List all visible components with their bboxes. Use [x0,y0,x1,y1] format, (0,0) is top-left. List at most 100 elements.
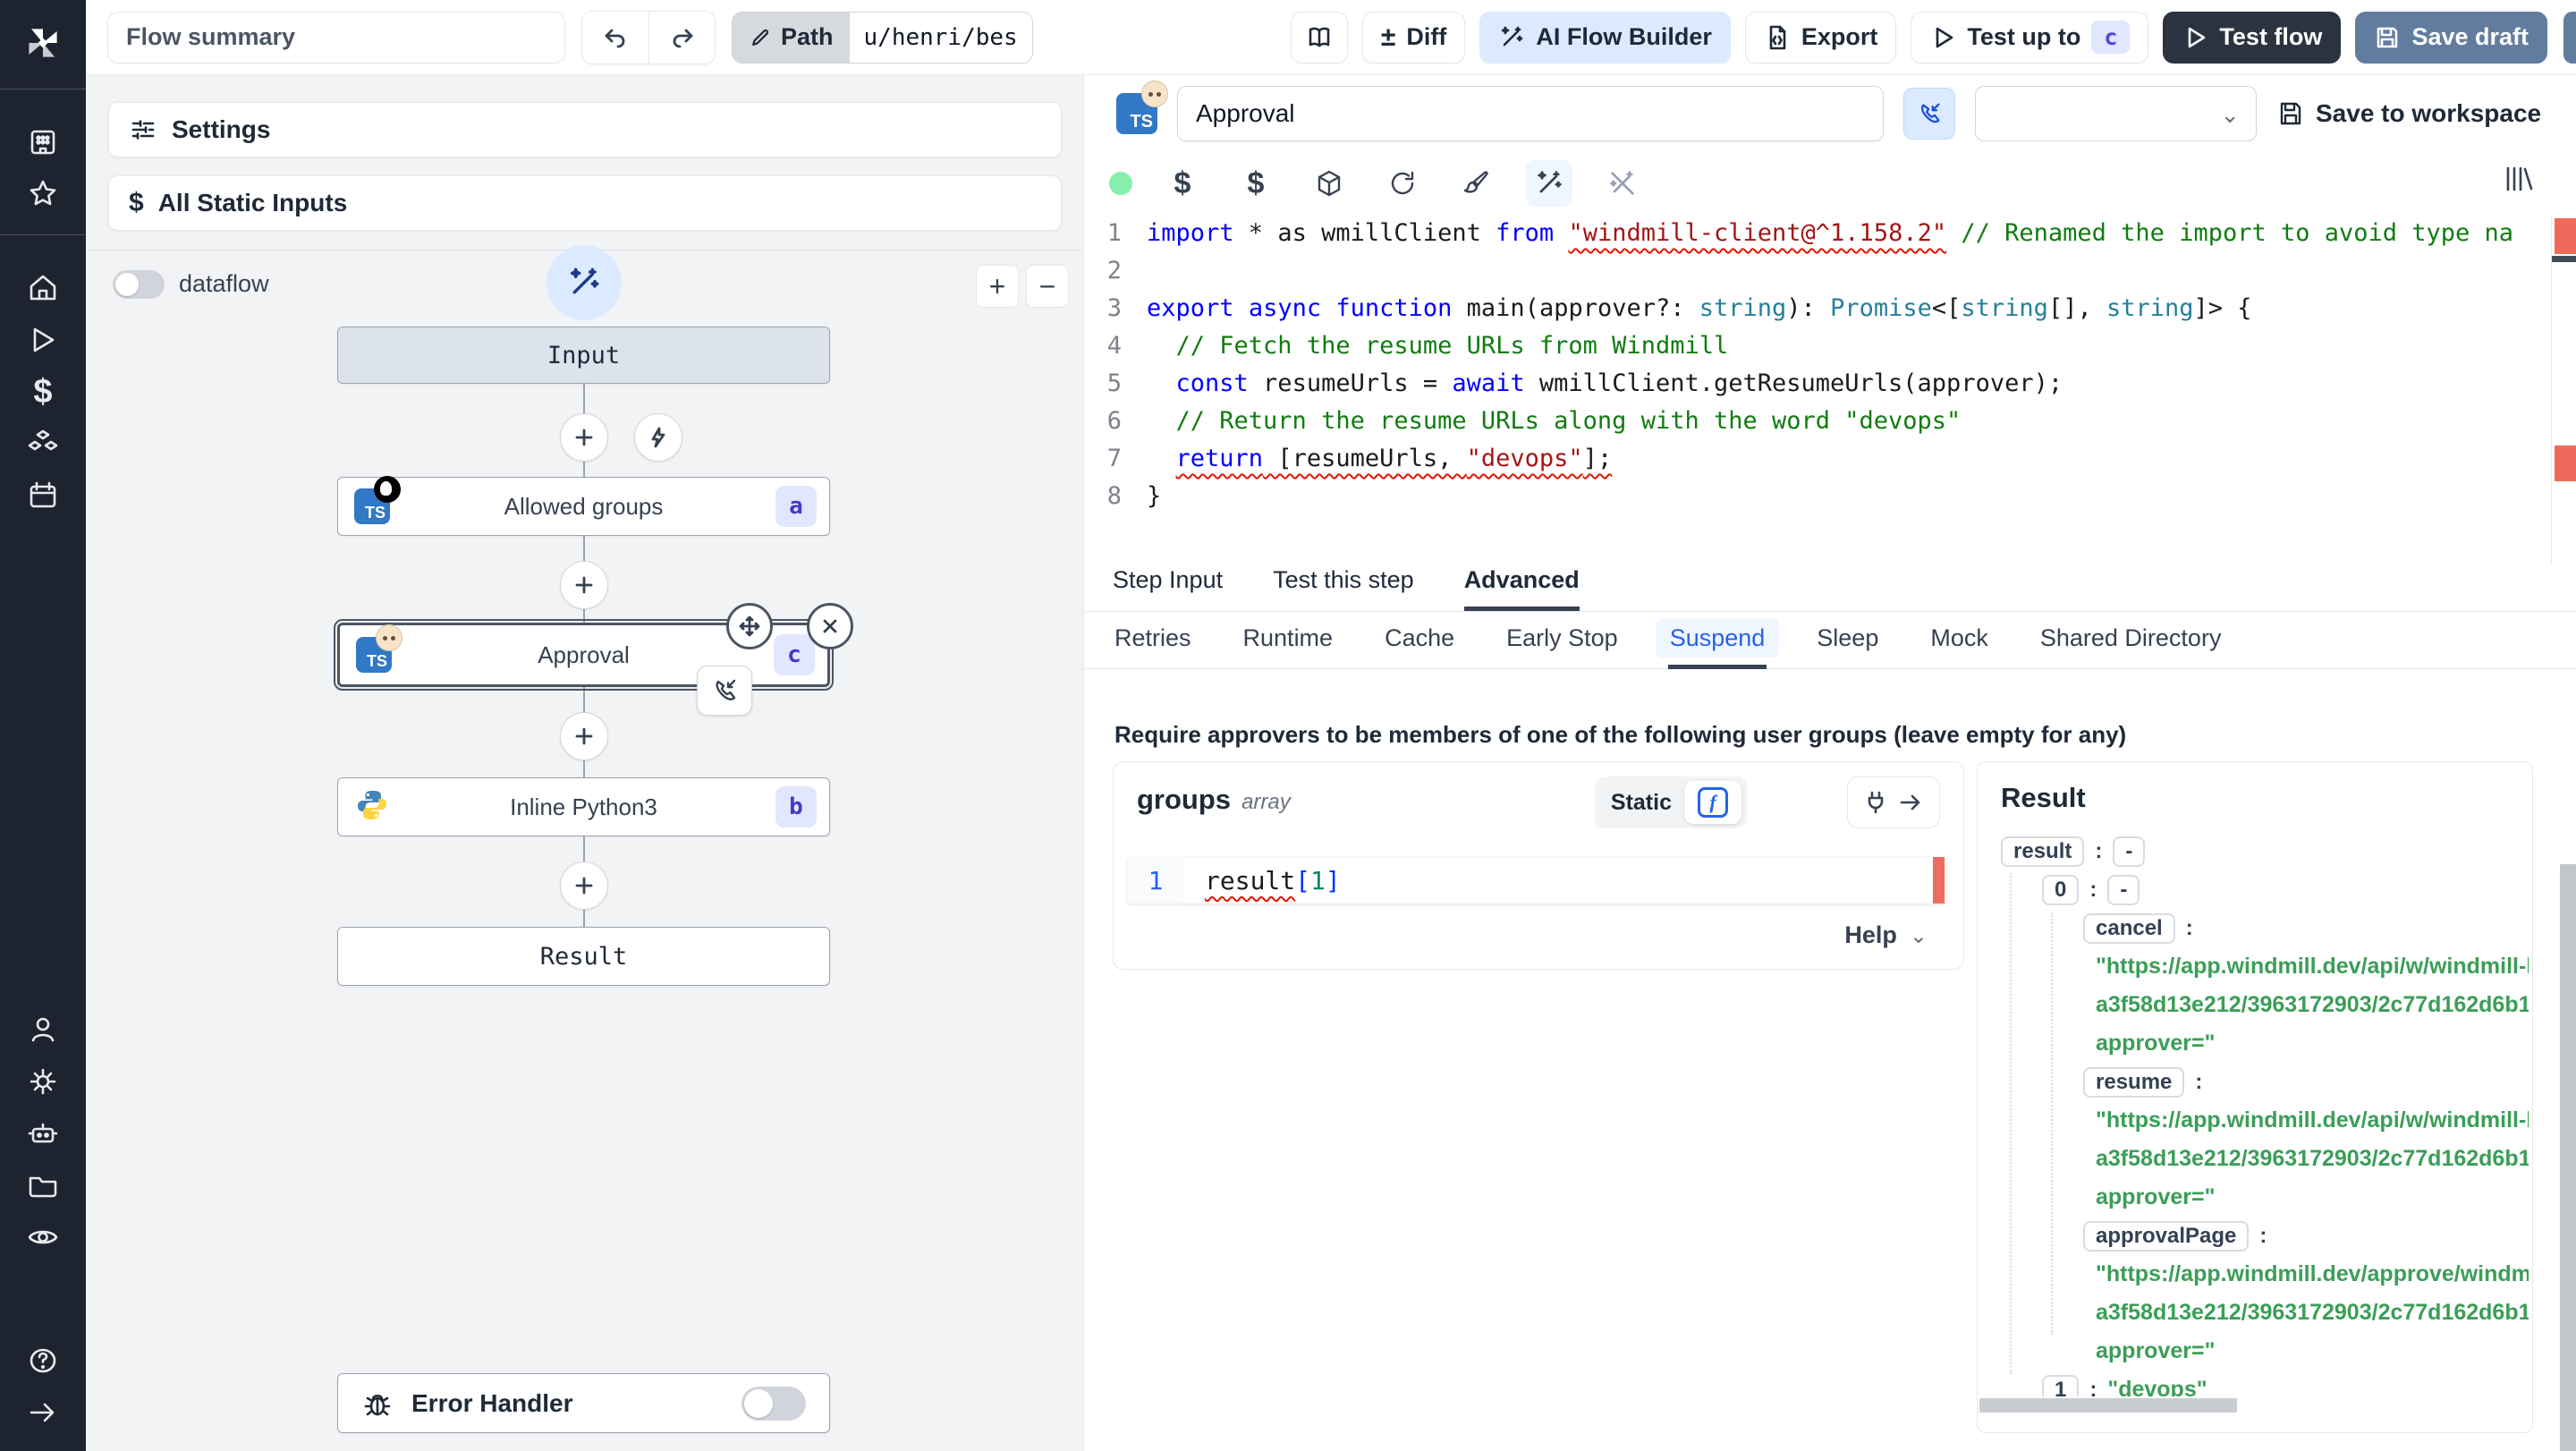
ai-assist-button[interactable] [547,245,622,320]
flow-input-node[interactable]: Input [337,327,830,384]
function-mode-button[interactable]: f [1684,781,1741,824]
zoom-in-button[interactable]: + [976,265,1019,308]
colon: : [2259,1223,2267,1248]
reload-icon[interactable] [1379,160,1426,207]
collapse-arrow-icon[interactable] [0,1387,86,1438]
export-button[interactable]: Export [1744,11,1897,64]
code-line[interactable]: 5 const resumeUrls = await wmillClient.g… [1084,365,2576,403]
flow-node-inline-python3[interactable]: Inline Python3 b [337,777,830,836]
resources-cubes-icon[interactable] [0,418,86,470]
audit-eye-icon[interactable] [0,1211,86,1263]
library-icon[interactable] [2501,161,2537,201]
help-expander[interactable]: Help ⌄ [1844,921,1928,949]
code-line[interactable]: 3 export async function main(approver?: s… [1084,290,2576,327]
add-trigger-button[interactable] [634,413,682,462]
subtab-retries[interactable]: Retries [1113,612,1193,669]
path-value[interactable]: u/henri/bes [849,12,1032,63]
connect-input-button[interactable] [1847,776,1940,828]
subtab-sleep[interactable]: Sleep [1815,612,1880,669]
save-draft-button[interactable]: Save draft [2355,11,2547,64]
code-line[interactable]: 2 [1084,252,2576,290]
groups-expression-editor[interactable]: 1 result[1] [1128,857,1945,904]
subtab-runtime[interactable]: Runtime [1241,612,1335,669]
result-key-chip[interactable]: result [2001,836,2085,867]
add-step-button[interactable] [560,712,608,760]
result-key-chip[interactable]: resume [2083,1066,2185,1098]
flow-settings-card[interactable]: Settings [108,102,1062,157]
schedules-calendar-icon[interactable] [0,470,86,522]
code-line[interactable]: 8} [1084,478,2576,515]
users-icon[interactable] [0,1004,86,1056]
home-icon[interactable] [0,262,86,314]
result-key-chip[interactable]: 0 [2042,874,2080,905]
code-editor[interactable]: 1 import * as wmillClient from "windmill-… [1084,215,2576,564]
code-line[interactable]: 4 // Fetch the resume URLs from Windmill [1084,327,2576,365]
error-handler-toggle[interactable] [741,1386,806,1421]
static-dynamic-toggle[interactable]: Static f [1594,776,1747,828]
format-brush-icon[interactable] [1453,160,1499,207]
resources-dollar-icon[interactable]: $ [1233,160,1279,207]
workers-robot-icon[interactable] [0,1107,86,1159]
code-line[interactable]: 7 return [resumeUrls, "devops"]; [1084,440,2576,478]
subtab-mock[interactable]: Mock [1928,612,1990,669]
ai-wand-off-icon[interactable] [1599,160,1646,207]
result-key-chip[interactable]: cancel [2083,912,2175,944]
result-key-chip[interactable]: approvalPage [2083,1220,2250,1252]
code-line[interactable]: 1 import * as wmillClient from "windmill-… [1084,215,2576,252]
magic-wand-icon [570,267,599,294]
settings-gear-icon[interactable] [0,1056,86,1107]
subtab-suspend[interactable]: Suspend [1655,612,1780,669]
package-icon[interactable] [1306,160,1352,207]
script-version-select[interactable]: ⌄ [1975,86,2257,141]
move-step-button[interactable] [726,603,773,649]
docs-button[interactable] [1290,11,1348,64]
variables-dollar-icon[interactable]: $ [0,366,86,418]
variables-dollar-icon[interactable]: $ [1159,160,1206,207]
all-static-inputs-card[interactable]: $ All Static Inputs [108,175,1062,231]
runs-play-icon[interactable] [0,314,86,366]
folders-icon[interactable] [0,1159,86,1211]
editor-overview-ruler[interactable] [2551,215,2576,564]
tab-test-this-step[interactable]: Test this step [1273,566,1414,611]
undo-button[interactable] [582,11,648,64]
flow-summary-input[interactable] [107,11,565,64]
add-step-button[interactable] [560,861,608,910]
add-step-button[interactable] [560,413,608,462]
delete-step-button[interactable] [807,603,853,649]
error-handler-card[interactable]: Error Handler [337,1373,830,1433]
flow-result-node[interactable]: Result [337,927,830,986]
step-name-input[interactable] [1177,86,1884,141]
test-flow-button[interactable]: Test flow [2163,11,2342,64]
favorites-star-icon[interactable] [0,168,86,220]
suspend-phone-indicator[interactable] [697,666,752,716]
redo-button[interactable] [648,11,715,64]
diff-button[interactable]: ± Diff [1361,11,1466,64]
subtab-early-stop[interactable]: Early Stop [1504,612,1620,669]
test-up-to-button[interactable]: Test up to c [1911,11,2149,64]
ai-gen-wand-icon[interactable] [1526,160,1572,207]
add-step-button[interactable] [560,561,608,609]
flow-node-allowed-groups[interactable]: TS Allowed groups a [337,476,830,536]
zoom-out-button[interactable]: − [1026,265,1069,308]
collapse-toggle[interactable]: - [2113,836,2146,867]
path-chip[interactable]: Path u/henri/bes [732,11,1033,64]
step-id-badge: c [774,634,815,675]
tab-step-input[interactable]: Step Input [1113,566,1223,611]
result-key-chip[interactable]: 1 [2042,1374,2080,1396]
horizontal-scrollbar[interactable] [1979,1398,2237,1413]
dataflow-toggle[interactable] [113,270,165,299]
save-to-workspace-button[interactable]: Save to workspace [2276,99,2541,128]
workspace-icon[interactable] [0,116,86,168]
subtab-shared-directory[interactable]: Shared Directory [2038,612,2224,669]
tab-advanced[interactable]: Advanced [1463,566,1580,611]
deploy-button-cutoff[interactable] [2563,11,2576,64]
code-line[interactable]: 6 // Return the resume URLs along with t… [1084,403,2576,440]
subtab-cache[interactable]: Cache [1383,612,1456,669]
suspend-phone-button[interactable] [1903,88,1955,140]
help-icon[interactable] [0,1335,86,1387]
ai-flow-builder-button[interactable]: AI Flow Builder [1479,11,1731,64]
vertical-scrollbar[interactable] [2560,864,2576,1451]
line-number: 6 [1106,407,1122,435]
windmill-logo-icon[interactable] [20,20,66,71]
collapse-toggle[interactable]: - [2107,874,2140,905]
